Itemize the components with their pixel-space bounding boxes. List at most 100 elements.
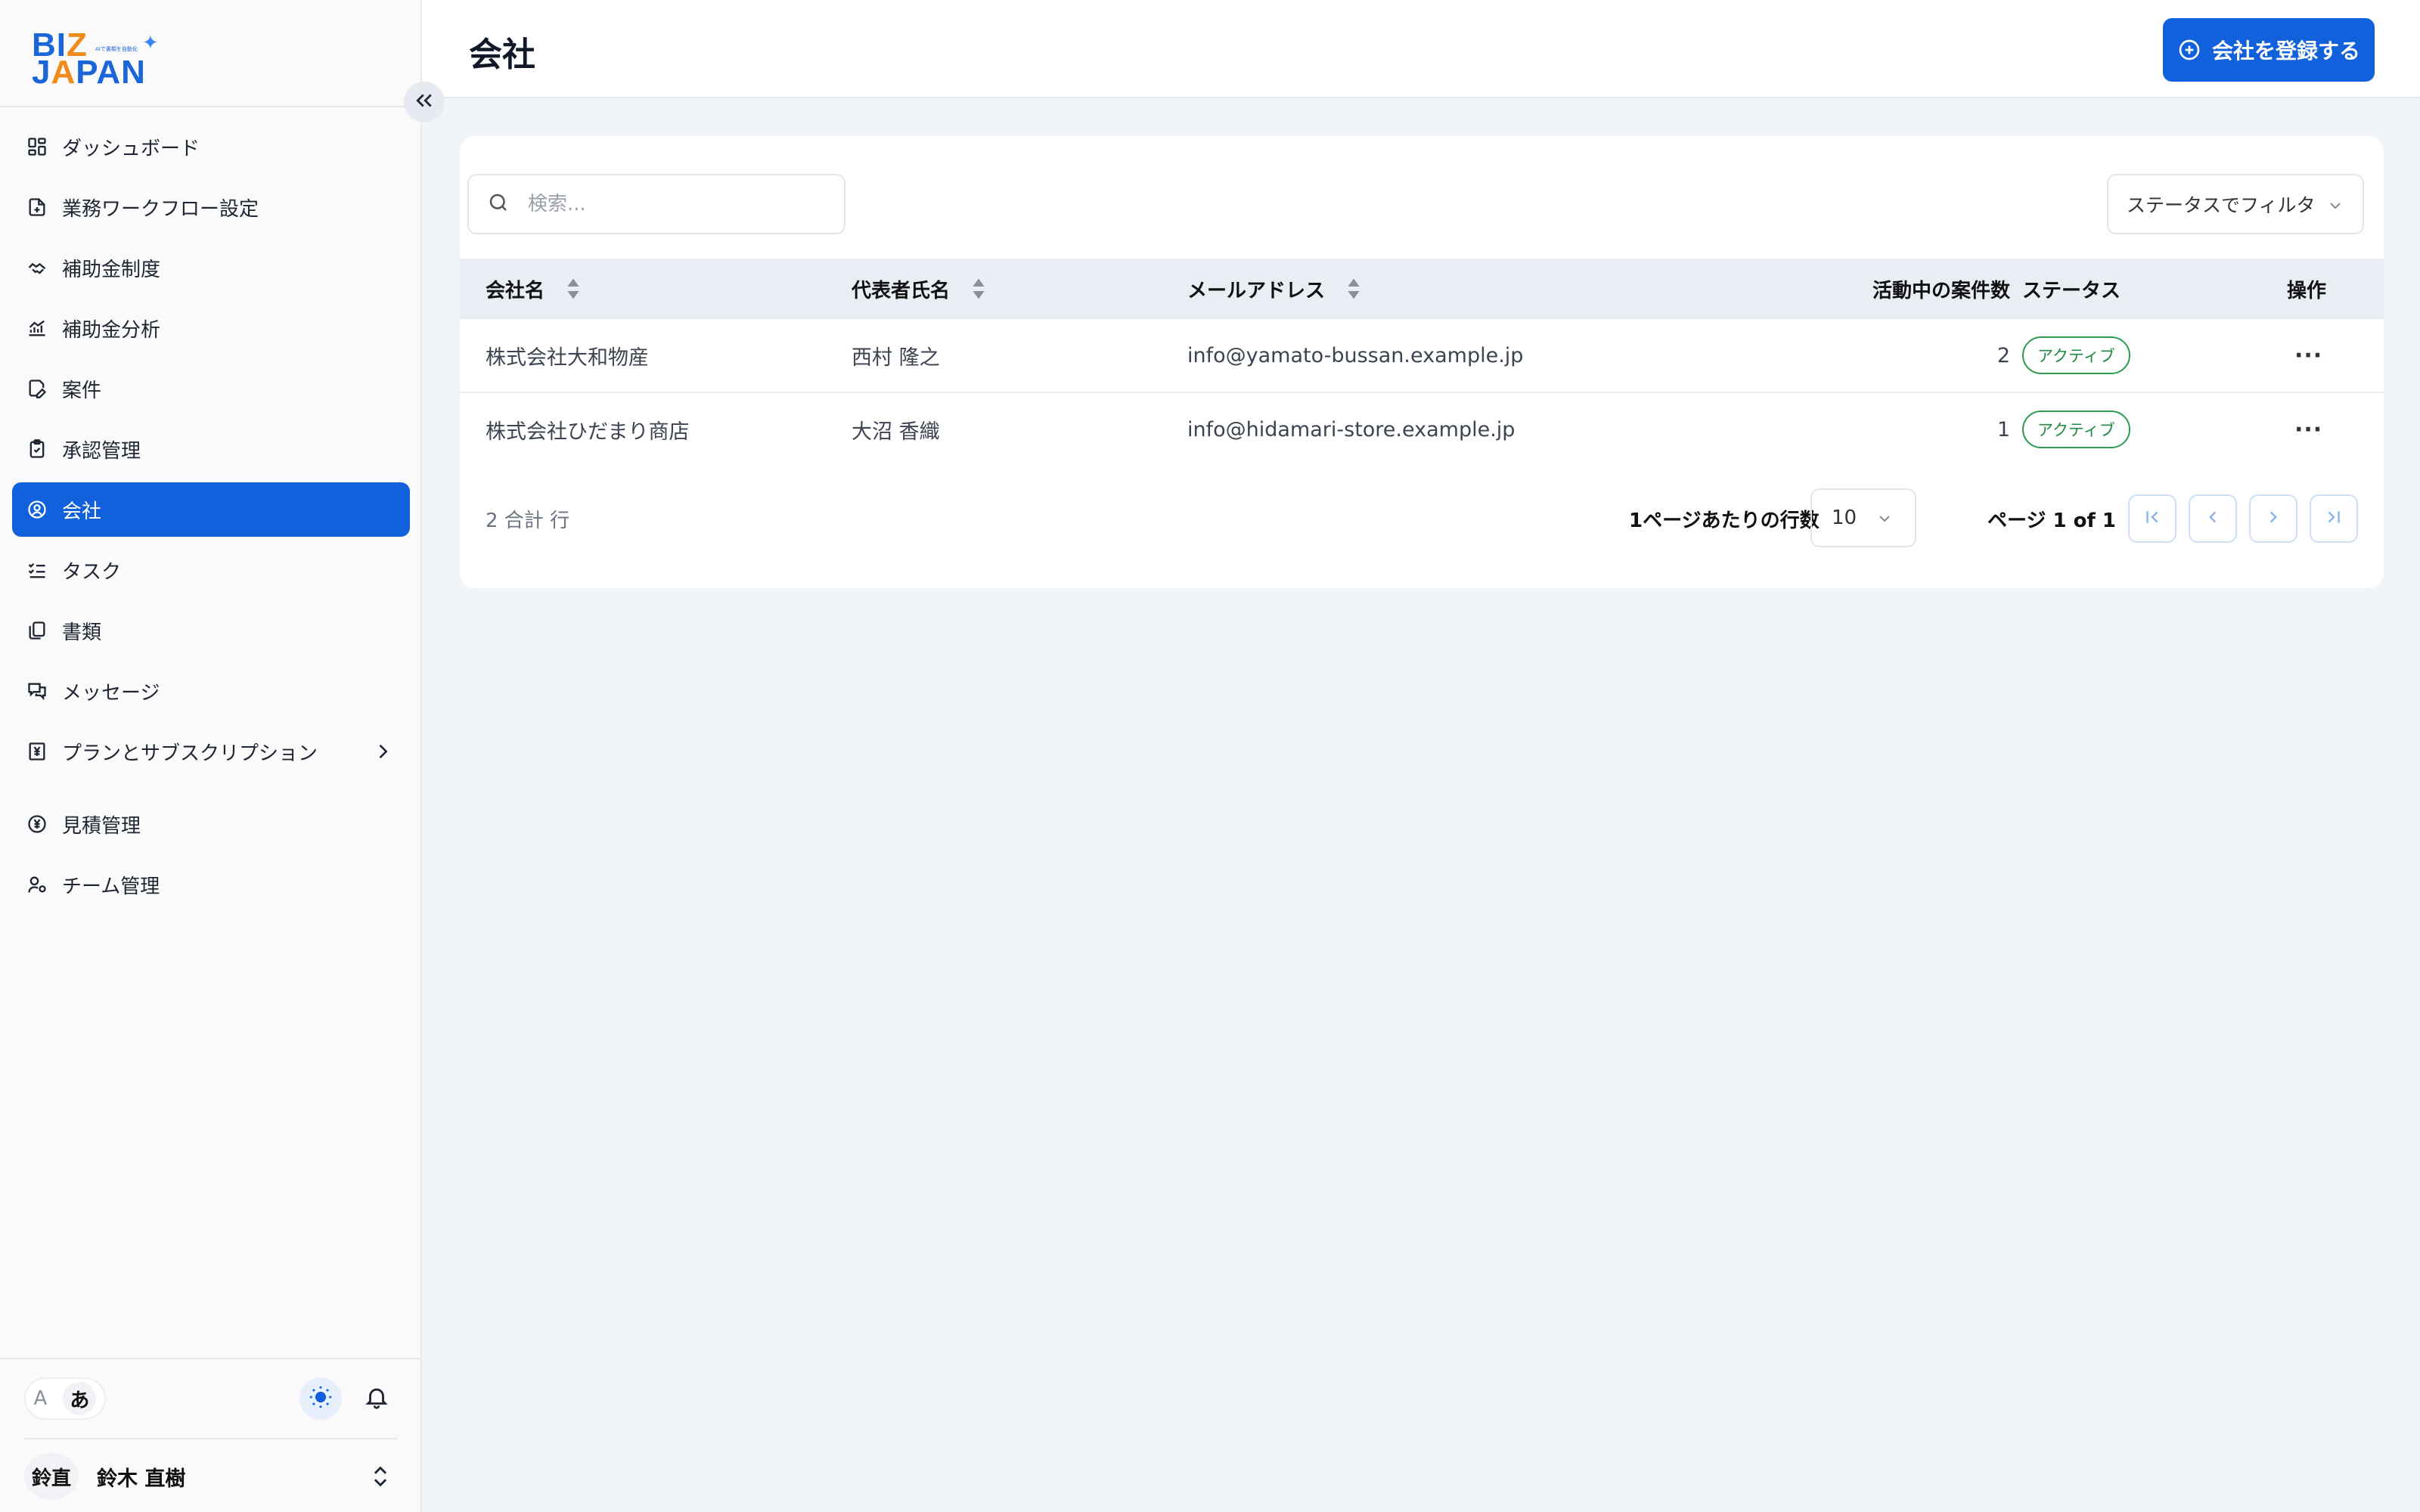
rows-per-page-value: 10	[1832, 507, 1857, 529]
cell-active-cases: 2	[1996, 343, 2010, 367]
user-circle-icon	[26, 498, 48, 521]
sidebar-item-documents[interactable]: 書類	[12, 603, 410, 658]
cell-email: info@hidamari-store.example.jp	[1187, 417, 1516, 442]
notifications-button[interactable]	[355, 1377, 398, 1420]
sidebar-item-companies[interactable]: 会社	[12, 482, 410, 537]
chevron-right-icon	[372, 741, 393, 767]
more-actions-button[interactable]: ···	[2294, 417, 2322, 443]
search-box[interactable]	[467, 174, 845, 234]
lang-option-en[interactable]: A	[34, 1387, 48, 1410]
logo[interactable]: BIZ AIで書類を自動化 ✦ JAPAN	[32, 29, 168, 89]
sidebar-item-subsidy-analysis[interactable]: 補助金分析	[12, 301, 410, 355]
table-header: 会社名 代表者氏名 メールアドレス 活動中の案件数 ステータス 操作	[460, 259, 2384, 319]
sidebar-item-cases[interactable]: 案件	[12, 361, 410, 416]
sidebar-item-label: 補助金制度	[62, 258, 161, 281]
sidebar-item-subsidy-system[interactable]: 補助金制度	[12, 240, 410, 295]
status-filter-label: ステータスでフィルタ	[2127, 194, 2316, 216]
search-input[interactable]	[528, 193, 830, 215]
logo-text-pan: PAN	[76, 54, 146, 91]
yen-receipt-icon	[26, 740, 48, 763]
user-menu[interactable]: 鈴直 鈴木 直樹	[24, 1453, 399, 1500]
sort-icon[interactable]	[1346, 277, 1361, 300]
yen-circle-icon	[26, 813, 48, 835]
clipboard-check-icon	[26, 438, 48, 460]
page-title: 会社	[469, 36, 535, 74]
sidebar-item-label: 補助金分析	[62, 318, 161, 342]
status-filter-select[interactable]: ステータスでフィルタ	[2107, 174, 2364, 234]
table-row[interactable]: 株式会社大和物産 西村 隆之 info@yamato-bussan.exampl…	[460, 319, 2384, 393]
chart-icon	[26, 317, 48, 339]
pagination-bar: 2 合計 行 1ページあたりの行数 10 ページ 1 of 1	[460, 487, 2384, 547]
sidebar-item-quotes[interactable]: 見積管理	[12, 797, 410, 851]
register-company-button[interactable]: 会社を登録する	[2163, 18, 2375, 82]
cell-representative: 西村 隆之	[852, 345, 940, 370]
sidebar-item-dashboard[interactable]: ダッシュボード	[12, 119, 410, 174]
status-badge: アクティブ	[2022, 411, 2130, 448]
chevrons-left-icon	[413, 89, 436, 115]
dashboard-icon	[26, 135, 48, 158]
user-name: 鈴木 直樹	[97, 1467, 186, 1491]
sidebar-nav: ダッシュボード 業務ワークフロー設定 補助金制度 補助金分析 案件 承認管理 会…	[12, 119, 410, 918]
sun-icon	[308, 1384, 334, 1413]
theme-toggle-button[interactable]	[299, 1377, 342, 1420]
sidebar-item-plans[interactable]: プランとサブスクリプション	[12, 724, 410, 779]
chevrons-up-down-icon	[368, 1462, 393, 1494]
sidebar-item-workflow[interactable]: 業務ワークフロー設定	[12, 180, 410, 234]
sidebar-item-approvals[interactable]: 承認管理	[12, 422, 410, 476]
sidebar-item-label: 承認管理	[62, 439, 141, 463]
register-company-label: 会社を登録する	[2211, 39, 2360, 64]
avatar: 鈴直	[24, 1453, 79, 1500]
collapse-sidebar-button[interactable]	[404, 82, 445, 122]
chevrons-left-first-icon	[2142, 507, 2162, 530]
workflow-icon	[26, 196, 48, 218]
rows-per-page-select[interactable]: 10	[1810, 488, 1916, 547]
sidebar-item-label: メッセージ	[62, 681, 160, 705]
sidebar-item-label: タスク	[62, 560, 122, 584]
table-row[interactable]: 株式会社ひだまり商店 大沼 香織 info@hidamari-store.exa…	[460, 393, 2384, 467]
companies-card: ステータスでフィルタ 会社名 代表者氏名 メールアドレス	[460, 136, 2384, 588]
total-rows: 2 合計 行	[486, 510, 570, 532]
chevron-down-icon	[2326, 197, 2344, 219]
prev-page-button[interactable]	[2189, 494, 2237, 543]
files-icon	[26, 619, 48, 642]
last-page-button[interactable]	[2310, 494, 2358, 543]
first-page-button[interactable]	[2128, 494, 2176, 543]
sidebar-item-team[interactable]: チーム管理	[12, 857, 410, 912]
divider	[24, 1438, 398, 1439]
column-header-representative[interactable]: 代表者氏名	[852, 259, 986, 319]
more-actions-button[interactable]: ···	[2294, 342, 2322, 369]
next-page-button[interactable]	[2249, 494, 2297, 543]
sidebar-item-messages[interactable]: メッセージ	[12, 664, 410, 718]
sidebar-item-tasks[interactable]: タスク	[12, 543, 410, 597]
cell-active-cases: 1	[1996, 417, 2010, 442]
status-badge: アクティブ	[2022, 336, 2130, 374]
column-header-company[interactable]: 会社名	[486, 259, 581, 319]
plus-circle-icon	[2177, 38, 2201, 62]
logo-text-j: J	[32, 54, 51, 91]
column-header-email[interactable]: メールアドレス	[1187, 259, 1361, 319]
sidebar-item-label: ダッシュボード	[62, 137, 200, 160]
divider	[0, 1358, 420, 1359]
sidebar-item-label: プランとサブスクリプション	[62, 742, 318, 765]
divider	[0, 106, 420, 107]
cell-email: info@yamato-bussan.example.jp	[1187, 343, 1524, 367]
list-check-icon	[26, 559, 48, 581]
sort-icon[interactable]	[971, 277, 986, 300]
logo-text-a: A	[51, 54, 76, 91]
edit-doc-icon	[26, 377, 48, 400]
cell-company: 株式会社大和物産	[486, 345, 649, 370]
sidebar-item-label: チーム管理	[62, 875, 160, 898]
column-header-active-cases: 活動中の案件数	[1872, 279, 2010, 302]
language-toggle[interactable]: A あ	[24, 1377, 106, 1420]
bell-icon	[364, 1384, 389, 1413]
lang-option-ja[interactable]: あ	[63, 1382, 97, 1415]
sparkle-icon: ✦	[142, 32, 159, 54]
column-header-actions: 操作	[2287, 279, 2327, 302]
chevron-right-icon	[2263, 507, 2283, 530]
cell-company: 株式会社ひだまり商店	[486, 420, 690, 444]
sort-icon[interactable]	[566, 277, 581, 300]
user-settings-icon	[26, 873, 48, 896]
cell-representative: 大沼 香織	[852, 420, 940, 444]
chevron-left-icon	[2203, 507, 2223, 530]
messages-icon	[26, 680, 48, 702]
